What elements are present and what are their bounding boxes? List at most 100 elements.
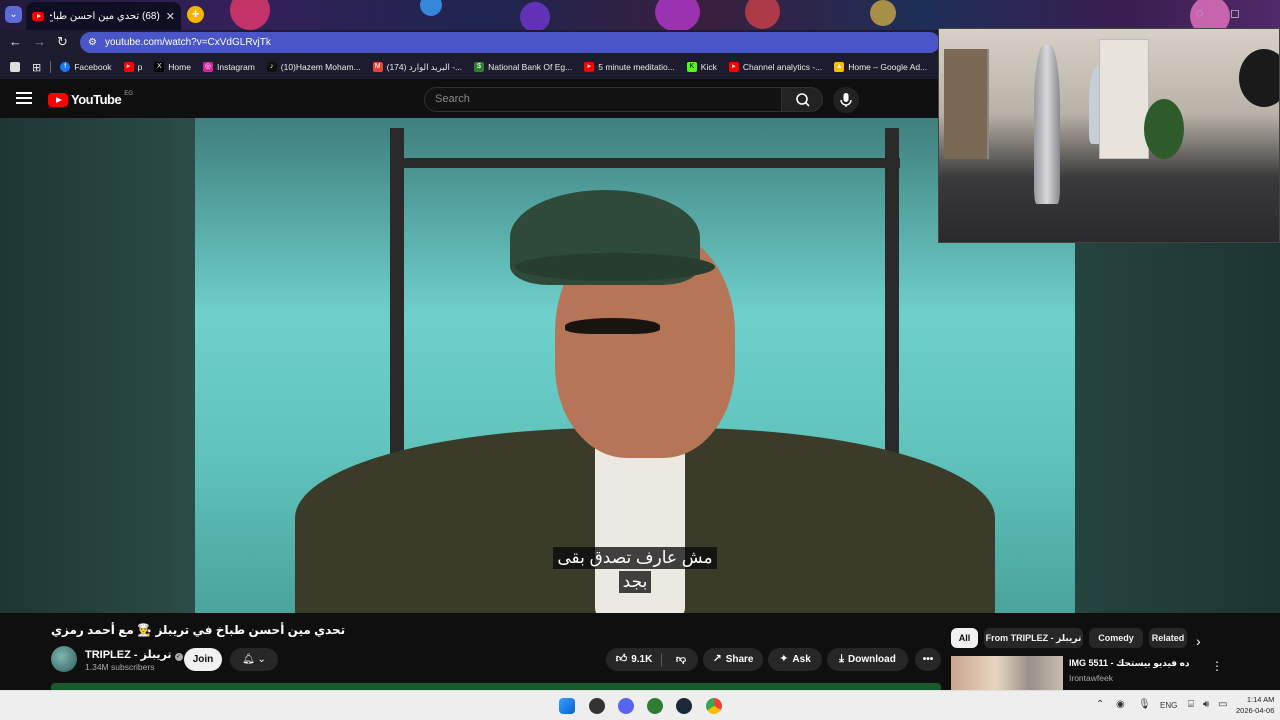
like-button[interactable]: 👍︎ 9.1K xyxy=(606,648,662,671)
chevron-down-icon: ⌄ xyxy=(257,654,266,665)
bookmark-item[interactable]: ▸ 5 minute meditatio... xyxy=(578,62,681,72)
pip-balloon xyxy=(1239,49,1279,107)
youtube-logo[interactable]: YouTube EG xyxy=(48,90,133,107)
site-info-icon[interactable]: ⚙ xyxy=(88,37,97,48)
bookmark-item[interactable]: K Kick xyxy=(681,62,723,72)
bookmark-item[interactable]: M (174) البريد الوارد -... xyxy=(367,62,469,73)
windows-taskbar: ⌃ ◉ 🎙︎ ENG ⌸ 🔊︎ ▭ 1:14 AM 2026-04-06 xyxy=(0,690,1280,720)
voice-search-button[interactable] xyxy=(833,87,859,113)
url-text[interactable]: youtube.com/watch?v=CxVdGLRvjTk xyxy=(105,37,271,48)
related-video[interactable]: IMG 5511 - ده فيديو بيستحك Irontawfeek ⋮ xyxy=(951,656,1280,690)
bookmark-item[interactable]: ▸ p xyxy=(118,62,149,72)
chip-related[interactable]: Related xyxy=(1149,628,1187,648)
related-thumbnail[interactable] xyxy=(951,656,1063,690)
channel-name[interactable]: TRIPLEZ - تريبلز ✓ xyxy=(85,648,183,661)
bookmark-item[interactable]: f Facebook xyxy=(54,62,117,72)
clock-time: 1:14 AM xyxy=(1246,695,1275,704)
share-button[interactable]: ↗ Share xyxy=(703,648,763,671)
bookmark-item[interactable]: ◎ Instagram xyxy=(197,62,261,72)
pip-shelf xyxy=(944,49,989,159)
join-button[interactable]: Join xyxy=(184,648,222,671)
video-title: تحدي مين أحسن طباخ في تريبلز 👨‍🍳 مع أحمد… xyxy=(51,623,346,637)
app-icon[interactable] xyxy=(647,698,663,714)
shelf-post xyxy=(390,128,404,458)
chip-all[interactable]: All xyxy=(951,628,978,648)
tab-title: (68) تحدي مين أحسن طباخ في تر xyxy=(50,10,160,22)
apps-grid-icon[interactable]: ⊞ xyxy=(26,61,47,74)
logo-text: YouTube xyxy=(71,92,122,107)
dislike-button[interactable]: 👎︎ xyxy=(664,648,698,671)
wifi-icon[interactable]: ⌸ xyxy=(1188,699,1194,710)
close-tab-icon[interactable]: ✕ xyxy=(166,10,175,23)
battery-icon[interactable]: ▭ xyxy=(1218,699,1227,710)
bell-icon: 🔔︎ xyxy=(242,654,255,665)
chrome-icon[interactable] xyxy=(706,698,722,714)
thumbs-up-icon: 👍︎ xyxy=(615,653,628,665)
chip-from-channel[interactable]: From TRIPLEZ - تريبلز xyxy=(984,628,1083,648)
shelf-board xyxy=(390,158,900,168)
gmail-icon: M xyxy=(372,62,383,72)
cap-brim xyxy=(515,253,715,281)
notifications-button[interactable]: 🔔︎ ⌄ xyxy=(230,648,278,671)
system-clock[interactable]: 1:14 AM 2026-04-06 xyxy=(1236,694,1274,716)
network-icon[interactable]: ◉ xyxy=(1116,699,1125,710)
youtube-icon: ▸ xyxy=(584,62,595,72)
bookmark-item[interactable]: X Home xyxy=(148,62,197,72)
picture-in-picture-window[interactable] xyxy=(938,28,1280,243)
microphone-icon[interactable]: 🎙︎ xyxy=(1138,699,1151,710)
microphone-icon xyxy=(840,93,852,107)
x-icon: X xyxy=(154,62,165,72)
bookmark-item[interactable]: $ National Bank Of Eg... xyxy=(468,62,578,72)
search-input[interactable]: Search xyxy=(424,87,782,112)
bookmark-item[interactable]: ▸ Channel analytics -... xyxy=(723,62,828,72)
recommendation-chips: All From TRIPLEZ - تريبلز Comedy Related xyxy=(951,628,1280,648)
bookmark-item[interactable]: ▲ Home – Google Ad... xyxy=(828,62,933,72)
obs-icon[interactable] xyxy=(589,698,605,714)
description-box-top[interactable] xyxy=(51,683,941,690)
chip-comedy[interactable]: Comedy xyxy=(1089,628,1143,648)
forward-icon[interactable]: → xyxy=(33,34,46,49)
youtube-favicon-icon xyxy=(32,11,44,21)
search-button[interactable] xyxy=(781,87,823,112)
omnibox[interactable]: ⚙ youtube.com/watch?v=CxVdGLRvjTk xyxy=(80,32,940,53)
bookmark-divider xyxy=(50,61,52,73)
subscriber-count: 1.34M subscribers xyxy=(85,662,155,672)
steam-icon[interactable] xyxy=(676,698,692,714)
bookmark-item[interactable]: ♪ (10)Hazem Moham... xyxy=(261,62,367,72)
ask-button[interactable]: ✦ Ask xyxy=(768,648,822,671)
restore-window-icon[interactable]: ◻ xyxy=(1230,6,1240,20)
avatar[interactable] xyxy=(51,646,77,672)
bookmark-square-icon[interactable] xyxy=(4,62,26,72)
pip-plant xyxy=(1144,99,1184,159)
pip-door xyxy=(1099,39,1149,159)
menu-icon[interactable] xyxy=(16,92,32,107)
new-tab-button[interactable]: + xyxy=(187,6,204,23)
person-mustache xyxy=(565,318,660,334)
language-indicator[interactable]: ENG xyxy=(1160,701,1177,710)
reload-icon[interactable]: ↻ xyxy=(57,34,68,50)
discord-icon[interactable] xyxy=(618,698,634,714)
video-blur-left xyxy=(0,118,195,613)
google-ads-icon: ▲ xyxy=(834,62,845,72)
chevron-right-icon[interactable]: › xyxy=(1196,633,1201,649)
chevron-up-icon[interactable]: ⌃ xyxy=(1096,699,1104,710)
refresh-indicator-icon: ◌ xyxy=(1196,6,1204,20)
related-channel[interactable]: Irontawfeek xyxy=(1069,673,1113,683)
windows-start-icon[interactable] xyxy=(559,698,575,714)
tab-search-button[interactable]: ⌄ xyxy=(5,6,22,23)
thumbs-down-icon: 👎︎ xyxy=(675,654,687,665)
back-icon[interactable]: ← xyxy=(9,34,22,49)
instagram-icon: ◎ xyxy=(202,62,213,72)
more-vertical-icon[interactable]: ⋮ xyxy=(1211,659,1223,673)
verified-icon: ✓ xyxy=(174,653,183,661)
volume-icon[interactable]: 🔊︎ xyxy=(1203,699,1209,710)
download-button[interactable]: ⤓ Download xyxy=(827,648,908,671)
video-info: تحدي مين أحسن طباخ في تريبلز 👨‍🍳 مع أحمد… xyxy=(0,613,945,690)
region-code: EG xyxy=(124,90,133,97)
related-title[interactable]: IMG 5511 - ده فيديو بيستحك xyxy=(1069,658,1190,669)
more-actions-button[interactable]: ••• xyxy=(915,648,941,671)
browser-tab-active[interactable]: (68) تحدي مين أحسن طباخ في تر ✕ xyxy=(26,2,181,30)
search-icon xyxy=(796,93,810,107)
download-icon: ⤓ xyxy=(839,653,845,665)
subtitles: مش عارف تصدق بقى بجد xyxy=(195,546,1075,594)
